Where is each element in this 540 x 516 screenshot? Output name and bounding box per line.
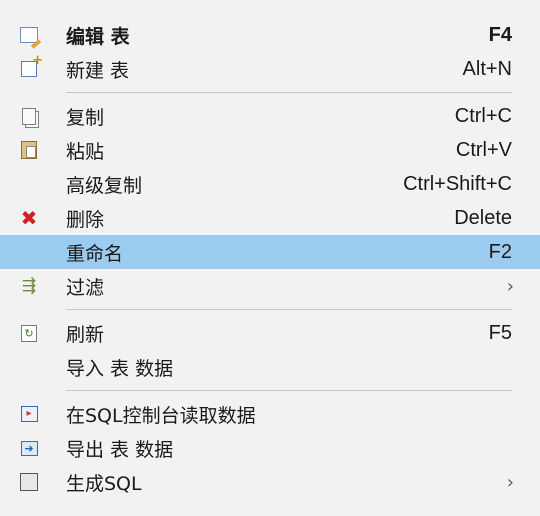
menu-item-label: 编辑 表 [66, 25, 130, 48]
menu-item-shortcut: Delete [454, 206, 512, 229]
menu-item-read-in-sql-console[interactable]: ▸ 在SQL控制台读取数据 [0, 397, 540, 431]
menu-item-label: 过滤 [66, 276, 105, 299]
export-data-icon: ➜ [18, 438, 40, 458]
menu-item-delete[interactable]: ✖ 删除 Delete [0, 201, 540, 235]
menu-separator [66, 92, 512, 93]
menu-item-shortcut: Ctrl+Shift+C [403, 172, 512, 195]
menu-item-label: 新建 表 [66, 59, 130, 82]
menu-item-label: 复制 [66, 106, 105, 129]
menu-item-import-data[interactable]: 导入 表 数据 [0, 350, 540, 384]
menu-item-label: 生成SQL [66, 472, 142, 495]
menu-item-shortcut: Ctrl+C [454, 104, 512, 127]
menu-item-rename[interactable]: 重命名 F2 [0, 235, 540, 269]
menu-item-shortcut: F4 [488, 23, 512, 46]
chevron-right-icon: › [506, 471, 514, 493]
menu-item-label: 重命名 [66, 242, 124, 265]
menu-item-filter[interactable]: ⇶ 过滤 › [0, 269, 540, 303]
menu-item-label: 刷新 [66, 323, 105, 346]
refresh-icon: ↻ [18, 323, 40, 343]
menu-item-label: 删除 [66, 208, 105, 231]
filter-icon: ⇶ [21, 276, 37, 296]
menu-item-label: 高级复制 [66, 174, 143, 197]
menu-item-paste[interactable]: 粘贴 Ctrl+V [0, 133, 540, 167]
menu-item-shortcut: F5 [488, 321, 512, 344]
menu-item-shortcut: F2 [488, 240, 512, 263]
menu-item-label: 在SQL控制台读取数据 [66, 404, 256, 427]
menu-item-label: 导入 表 数据 [66, 357, 174, 380]
sql-console-read-icon: ▸ [18, 404, 40, 424]
menu-item-edit-table[interactable]: 编辑 表 F4 [0, 18, 540, 52]
menu-separator [66, 390, 512, 391]
menu-item-label: 粘贴 [66, 140, 105, 163]
copy-icon [18, 106, 40, 126]
paste-icon [18, 140, 40, 160]
menu-item-new-table[interactable]: 新建 表 Alt+N [0, 52, 540, 86]
context-menu: 编辑 表 F4 新建 表 Alt+N 复制 Ctrl+C 粘贴 Ctrl+V 高… [0, 0, 540, 516]
menu-item-shortcut: Ctrl+V [455, 138, 512, 161]
menu-item-generate-sql[interactable]: 生成SQL › [0, 465, 540, 499]
menu-item-label: 导出 表 数据 [66, 438, 174, 461]
menu-item-advanced-copy[interactable]: 高级复制 Ctrl+Shift+C [0, 167, 540, 201]
menu-item-export-data[interactable]: ➜ 导出 表 数据 [0, 431, 540, 465]
generate-sql-icon [18, 472, 40, 492]
menu-item-shortcut: Alt+N [462, 57, 512, 80]
chevron-right-icon: › [506, 275, 514, 297]
menu-item-copy[interactable]: 复制 Ctrl+C [0, 99, 540, 133]
menu-separator [66, 309, 512, 310]
menu-item-refresh[interactable]: ↻ 刷新 F5 [0, 316, 540, 350]
edit-table-icon [18, 25, 40, 45]
delete-icon: ✖ [20, 206, 38, 230]
new-table-icon [18, 53, 43, 79]
